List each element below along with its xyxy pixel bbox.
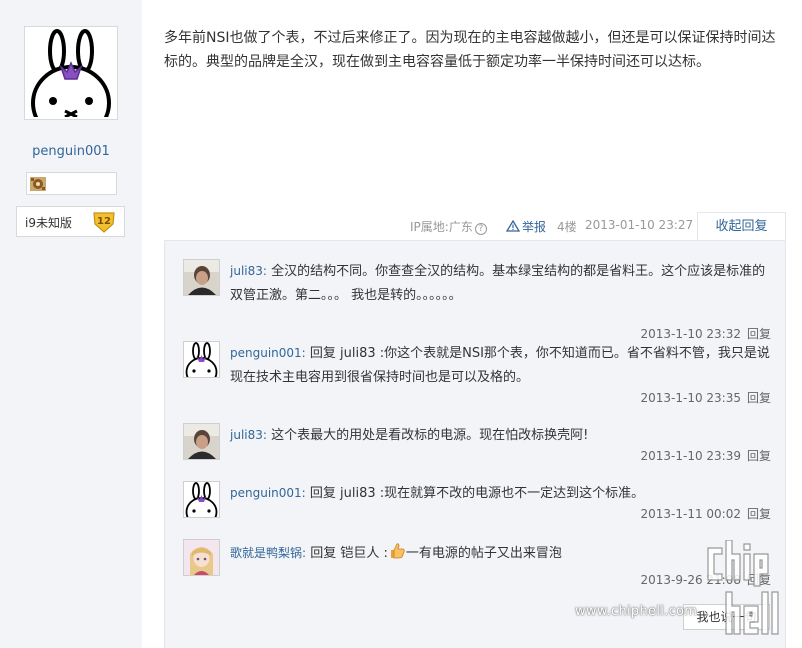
reply-footer: 2013-1-10 23:39 回复 bbox=[640, 447, 771, 464]
bunny-avatar-icon bbox=[27, 29, 115, 117]
floor-number: 4楼 bbox=[557, 220, 577, 234]
reply-author[interactable]: penguin001: bbox=[230, 486, 306, 500]
ip-location: IP属地:广东? bbox=[410, 218, 487, 235]
author-sidebar: penguin001 i9未知版 12 bbox=[0, 0, 142, 648]
warning-icon bbox=[506, 220, 520, 232]
reply-avatar-bunny[interactable] bbox=[183, 341, 220, 378]
reply-text: penguin001: 回复 juli83 :你这个表就是NSI那个表，你不知道… bbox=[230, 341, 775, 390]
thumbs-up-icon bbox=[390, 543, 405, 559]
reply-panel: juli83: 全汉的结构不同。你查查全汉的结构。基本绿宝结构的都是省料王。这个… bbox=[164, 240, 786, 648]
reply-button[interactable]: 回复 bbox=[747, 391, 771, 405]
watermark-url: www.chiphell.com bbox=[575, 604, 698, 619]
post-date: 2013-01-10 23:27 bbox=[585, 218, 694, 232]
ip-location-label: IP属地:广东 bbox=[410, 220, 473, 234]
medal-icon bbox=[30, 177, 46, 191]
reply-footer: 2013-1-11 00:02 回复 bbox=[640, 505, 771, 522]
reply-text: 歌就是鸭梨锅: 回复 铠巨人 : 一有电源的帖子又出来冒泡 bbox=[230, 541, 775, 566]
reply-text: juli83: 这个表最大的用处是看改标的电源。现在怕改标换壳阿! bbox=[230, 423, 775, 448]
help-icon[interactable]: ? bbox=[474, 223, 487, 235]
author-avatar[interactable] bbox=[24, 26, 118, 120]
author-username[interactable]: penguin001 bbox=[0, 144, 142, 159]
bunny-avatar-icon bbox=[184, 482, 219, 517]
bunny-avatar-icon bbox=[184, 342, 219, 377]
reply-footer: 2013-1-10 23:35 回复 bbox=[640, 389, 771, 406]
reply-author[interactable]: penguin001: bbox=[230, 346, 306, 360]
reply-button[interactable]: 回复 bbox=[747, 449, 771, 463]
photo-avatar-icon bbox=[184, 260, 219, 295]
reply-author[interactable]: juli83: bbox=[230, 264, 267, 278]
reply-author[interactable]: juli83: bbox=[230, 428, 267, 442]
photo-avatar-icon bbox=[184, 424, 219, 459]
reply-content: 回复 juli83 :现在就算不改的电源也不一定达到这个标准。 bbox=[309, 486, 645, 501]
reply-content-prefix: 回复 铠巨人 : bbox=[310, 546, 388, 561]
medal-box bbox=[26, 172, 117, 195]
reply-time: 2013-1-11 00:02 bbox=[640, 507, 741, 521]
report-link[interactable]: 举报 bbox=[506, 218, 546, 235]
reply-avatar-anime[interactable] bbox=[183, 539, 220, 576]
reply-text: penguin001: 回复 juli83 :现在就算不改的电源也不一定达到这个… bbox=[230, 481, 775, 506]
reply-content: 全汉的结构不同。你查查全汉的结构。基本绿宝结构的都是省料王。这个应该是标准的双管… bbox=[230, 264, 766, 303]
user-group-label: i9未知版 bbox=[25, 216, 72, 230]
reply-time: 2013-1-10 23:35 bbox=[640, 391, 741, 405]
reply-time: 2013-1-10 23:39 bbox=[640, 449, 741, 463]
reply-content-suffix: 一有电源的帖子又出来冒泡 bbox=[405, 546, 562, 561]
post-body: 多年前NSI也做了个表，不过后来修正了。因为现在的主电容越做越小，但还是可以保证… bbox=[164, 30, 776, 70]
post-meta-row: IP属地:广东? 举报 4楼 2013-01-10 23:27 收起回复 bbox=[164, 212, 786, 240]
reply-text: juli83: 全汉的结构不同。你查查全汉的结构。基本绿宝结构的都是省料王。这个… bbox=[230, 259, 775, 308]
reply-button[interactable]: 回复 bbox=[747, 507, 771, 521]
reply-author[interactable]: 歌就是鸭梨锅: bbox=[230, 546, 306, 560]
reply-avatar-photo[interactable] bbox=[183, 423, 220, 460]
collapse-replies-button[interactable]: 收起回复 bbox=[697, 212, 786, 240]
reply-content: 这个表最大的用处是看改标的电源。现在怕改标换壳阿! bbox=[271, 428, 589, 443]
chiphell-logo-watermark bbox=[707, 540, 779, 635]
report-label: 举报 bbox=[522, 220, 547, 234]
anime-avatar-icon bbox=[184, 540, 219, 575]
level-badge-icon: 12 bbox=[93, 212, 115, 233]
level-badge-number: 12 bbox=[97, 216, 111, 227]
reply-avatar-bunny[interactable] bbox=[183, 481, 220, 518]
reply-time: 2013-1-10 23:32 bbox=[640, 327, 741, 341]
reply-button[interactable]: 回复 bbox=[747, 327, 771, 341]
reply-content: 回复 juli83 :你这个表就是NSI那个表，你不知道而已。省不省料不管，我只… bbox=[230, 346, 770, 385]
user-group-box[interactable]: i9未知版 12 bbox=[16, 206, 125, 237]
reply-footer: 2013-1-10 23:32 回复 bbox=[640, 325, 771, 342]
reply-avatar-photo[interactable] bbox=[183, 259, 220, 296]
